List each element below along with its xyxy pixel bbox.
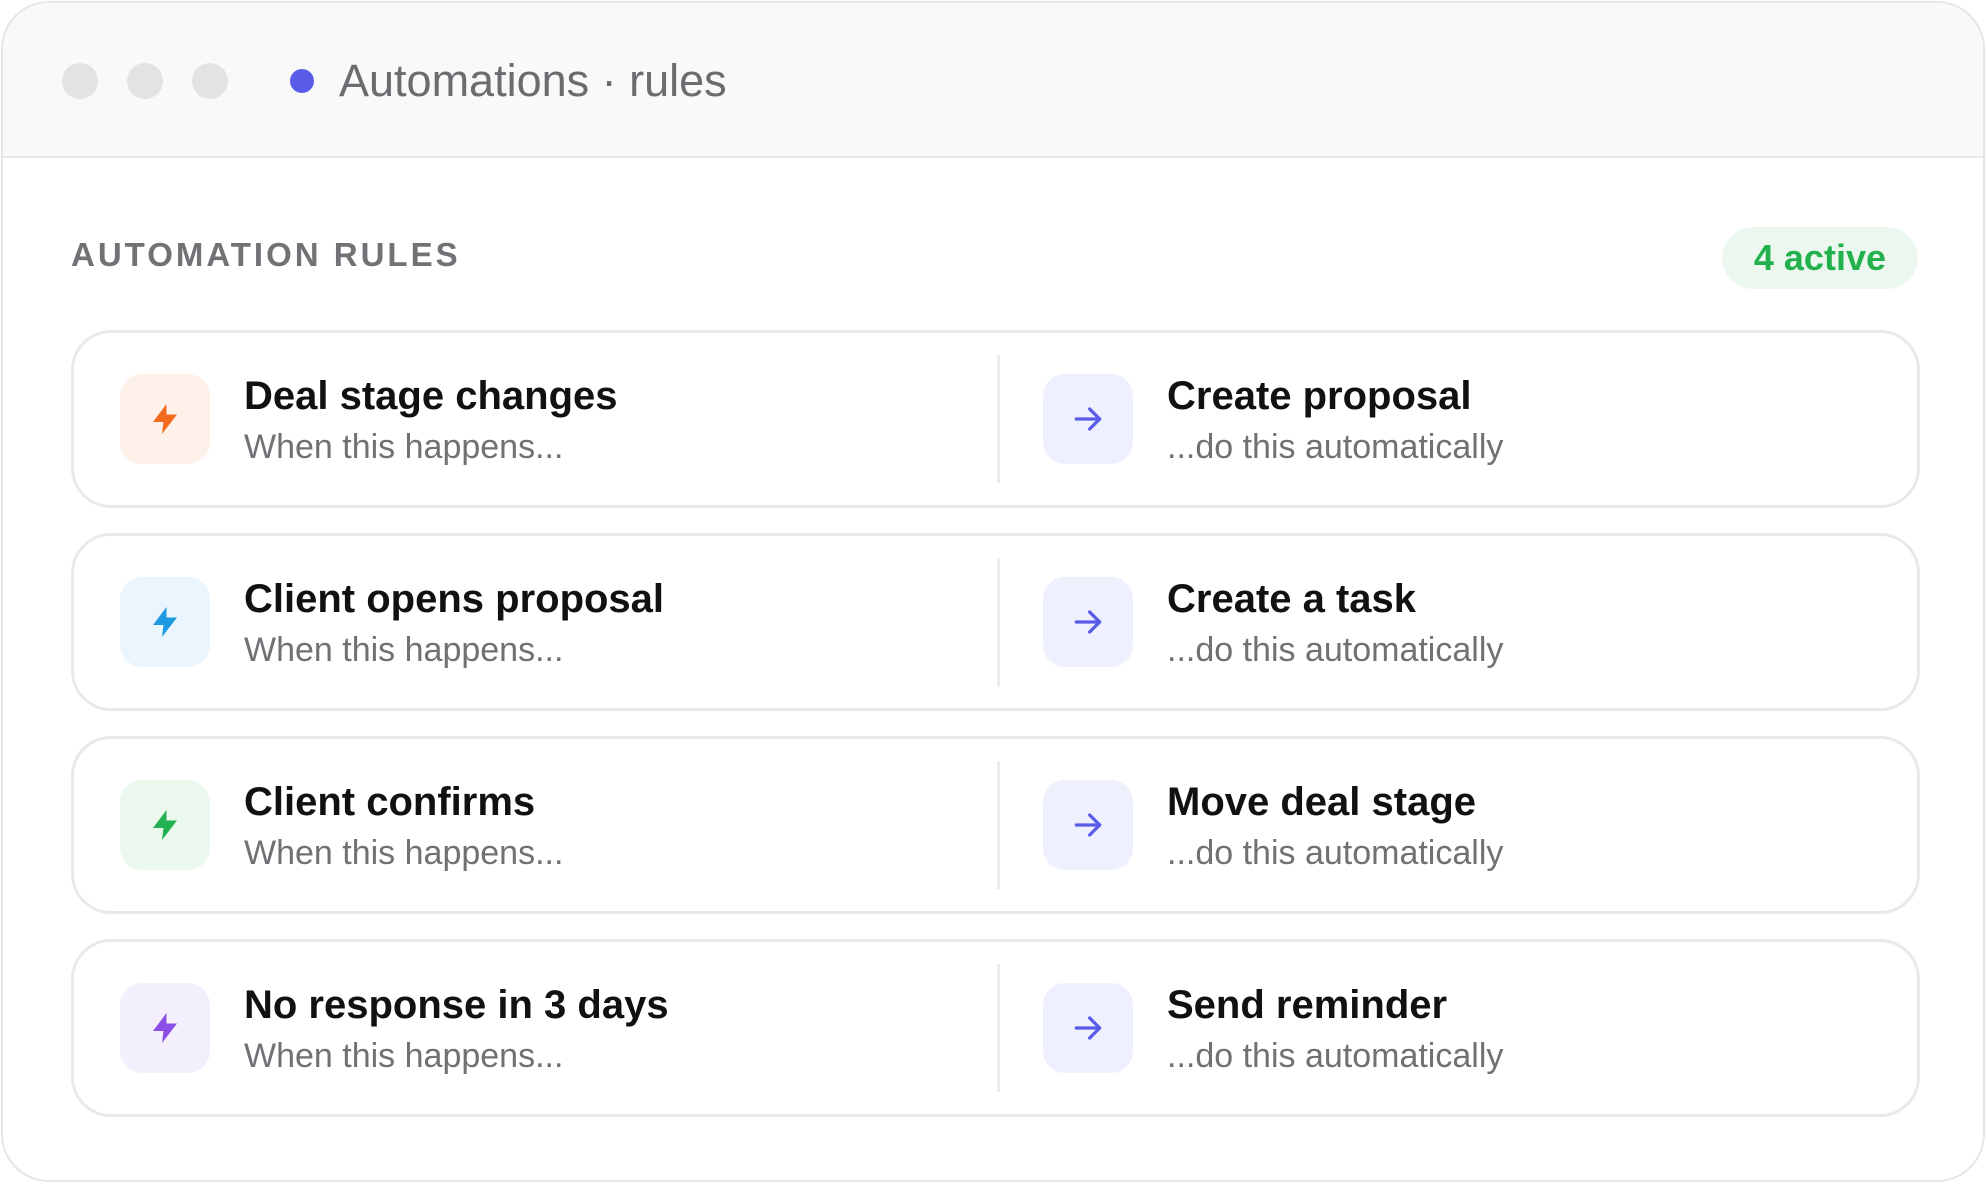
action-subtitle: ...do this automatically (1167, 428, 1504, 466)
action-subtitle: ...do this automatically (1167, 1037, 1504, 1075)
arrow-right-icon (1074, 1016, 1102, 1040)
trigger-icon-box (120, 577, 210, 667)
trigger-title: Deal stage changes (244, 374, 618, 418)
trigger-title: Client confirms (244, 780, 536, 824)
rule-card[interactable]: No response in 3 days When this happens..… (71, 939, 1920, 1117)
arrow-right-icon (1074, 610, 1102, 634)
status-dot-icon (290, 69, 314, 93)
action-title: Create a task (1167, 577, 1417, 621)
trigger-title: No response in 3 days (244, 983, 669, 1027)
trigger-icon-box (120, 983, 210, 1073)
action-icon-box (1043, 983, 1133, 1073)
action-subtitle: ...do this automatically (1167, 834, 1504, 872)
action-icon-box (1043, 780, 1133, 870)
bolt-icon (153, 404, 177, 434)
action-icon-box (1043, 577, 1133, 667)
close-window-button[interactable] (62, 63, 98, 99)
trigger-subtitle: When this happens... (244, 1037, 564, 1075)
rule-divider (997, 761, 1000, 889)
trigger-icon-box (120, 374, 210, 464)
rule-divider (997, 964, 1000, 1092)
trigger-icon-box (120, 780, 210, 870)
rule-divider (997, 558, 1000, 686)
maximize-window-button[interactable] (192, 63, 228, 99)
arrow-right-icon (1074, 813, 1102, 837)
section-title: AUTOMATION RULES (71, 236, 461, 273)
minimize-window-button[interactable] (127, 63, 163, 99)
rule-card[interactable]: Client confirms When this happens... Move … (71, 736, 1920, 914)
action-title: Create proposal (1167, 374, 1472, 418)
bolt-icon (153, 810, 177, 840)
action-title: Move deal stage (1167, 780, 1477, 824)
trigger-title: Client opens proposal (244, 577, 665, 621)
action-icon-box (1043, 374, 1133, 464)
title-bar: Automations · rules (3, 3, 1983, 158)
rule-card[interactable]: Deal stage changes When this happens... Cr… (71, 330, 1920, 508)
arrow-right-icon (1074, 407, 1102, 431)
active-count-badge: 4 active (1721, 227, 1918, 289)
app-window: Automations · rules AUTOMATION RULES 4 a… (1, 1, 1985, 1182)
trigger-subtitle: When this happens... (244, 834, 564, 872)
rule-divider (997, 355, 1000, 483)
bolt-icon (153, 607, 177, 637)
trigger-subtitle: When this happens... (244, 428, 564, 466)
trigger-subtitle: When this happens... (244, 631, 564, 669)
bolt-icon (153, 1013, 177, 1043)
action-subtitle: ...do this automatically (1167, 631, 1504, 669)
window-title: Automations · rules (339, 55, 727, 106)
rule-card[interactable]: Client opens proposal When this happens..… (71, 533, 1920, 711)
action-title: Send reminder (1167, 983, 1448, 1027)
